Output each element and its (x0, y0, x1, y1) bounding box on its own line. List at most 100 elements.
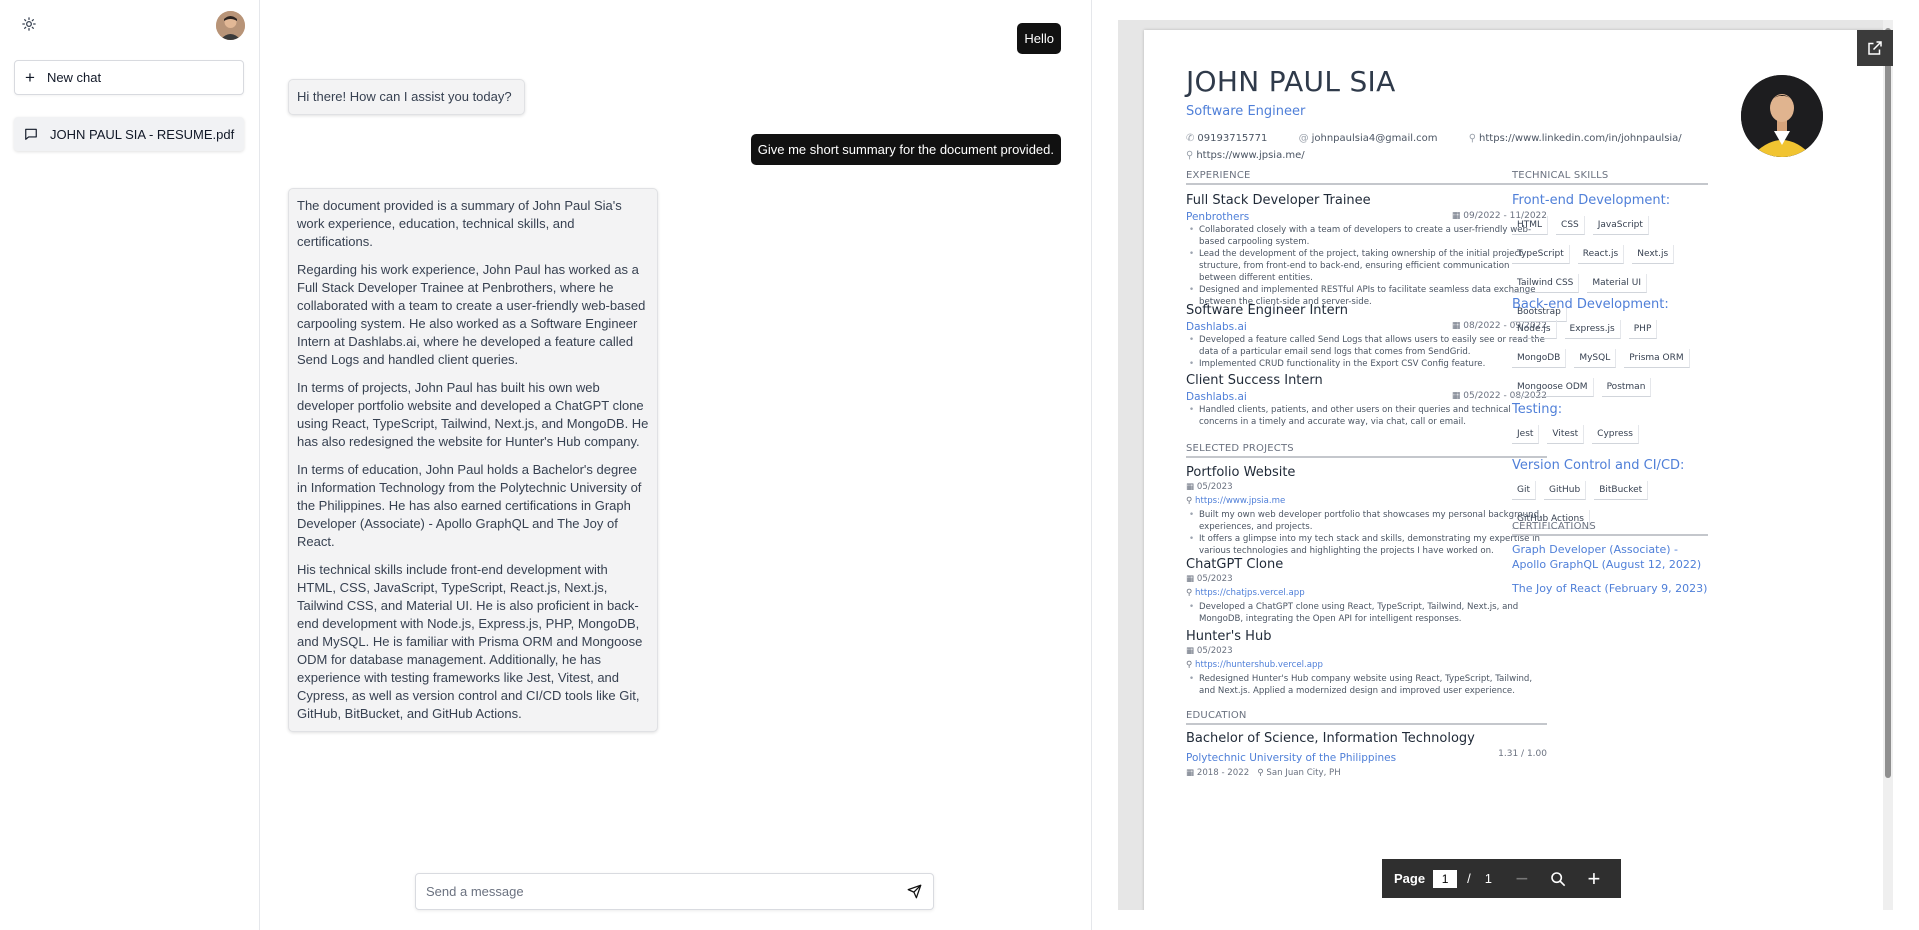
app-root: + New chat JOHN PAUL SIA - RESUME.pdf He… (0, 0, 1919, 930)
link-icon: ⚲ (1186, 588, 1196, 598)
skill-chip: MongoDB (1512, 349, 1567, 368)
section-certifications: CERTIFICATIONS (1512, 521, 1708, 536)
project-bullet: Built my own web developer portfolio tha… (1186, 509, 1547, 533)
project-title: Hunter's Hub (1186, 629, 1272, 644)
zoom-reset-icon[interactable] (1540, 859, 1576, 898)
resume-photo (1741, 75, 1823, 157)
message-paragraph: Hi there! How can I assist you today? (297, 89, 512, 104)
skill-chip: Next.js (1632, 245, 1675, 264)
section-projects: SELECTED PROJECTS (1186, 443, 1547, 458)
job-entry: Software Engineer Intern Dashlabs.ai ▦ 08… (1186, 303, 1547, 370)
page-separator: / (1467, 871, 1471, 886)
project-entry: Portfolio Website ▦ 05/2023 ⚲ https://ww… (1186, 465, 1547, 557)
skill-chip: Tailwind CSS (1512, 274, 1580, 293)
skill-chip: Material UI (1587, 274, 1648, 293)
certification-item: Graph Developer (Associate) - Apollo Gra… (1512, 543, 1702, 571)
scrollbar-thumb[interactable] (1885, 28, 1891, 778)
link-icon: ⚲ (1468, 133, 1477, 144)
project-link[interactable]: https://www.jpsia.me (1195, 496, 1285, 506)
resume-website: https://www.jpsia.me/ (1196, 150, 1305, 161)
link-icon: ⚲ (1186, 496, 1196, 506)
skill-chip: BitBucket (1594, 481, 1649, 500)
sidebar-chat-item[interactable]: JOHN PAUL SIA - RESUME.pdf (14, 117, 244, 151)
skill-chip: Vitest (1547, 425, 1585, 444)
skill-chip: Node.js (1512, 320, 1557, 339)
project-bullet: It offers a glimpse into my tech stack a… (1186, 533, 1547, 557)
sun-icon[interactable] (20, 15, 38, 33)
skill-chip: Postman (1601, 378, 1652, 397)
zoom-out-icon[interactable]: − (1504, 859, 1540, 898)
calendar-icon: ▦ (1451, 391, 1464, 401)
job-entry: Client Success Intern Dashlabs.ai ▦ 05/20… (1186, 373, 1547, 428)
education-location: San Juan City, PH (1266, 768, 1341, 778)
calendar-icon: ▦ (1186, 646, 1197, 656)
education-school: Polytechnic University of the Philippine… (1186, 752, 1397, 764)
chat-bubble-icon (24, 127, 40, 141)
user-message: Hello (1017, 23, 1061, 54)
skill-chip: Prisma ORM (1624, 349, 1690, 368)
skill-heading: Version Control and CI/CD: (1512, 458, 1685, 473)
job-company: Penbrothers (1186, 211, 1250, 223)
section-skills: TECHNICAL SKILLS (1512, 170, 1708, 185)
job-bullet: Collaborated closely with a team of deve… (1186, 224, 1547, 248)
certification-list: Graph Developer (Associate) - Apollo Gra… (1512, 542, 1708, 605)
education-degree: Bachelor of Science, Information Technol… (1186, 731, 1475, 746)
chat-item-label: JOHN PAUL SIA - RESUME.pdf (50, 126, 235, 142)
message-composer (415, 873, 934, 910)
project-title: Portfolio Website (1186, 465, 1296, 480)
education-gpa: 1.31 / 1.00 (1498, 749, 1547, 759)
sidebar: + New chat JOHN PAUL SIA - RESUME.pdf (0, 0, 260, 930)
email-icon: @ (1298, 133, 1309, 144)
assistant-message: The document provided is a summary of Jo… (288, 188, 658, 732)
project-link[interactable]: https://chatjps.vercel.app (1195, 588, 1305, 598)
skill-chip: Mongoose ODM (1512, 378, 1594, 397)
skill-chip: Express.js (1564, 320, 1621, 339)
message-paragraph: Regarding his work experience, John Paul… (297, 262, 646, 367)
message-paragraph: His technical skills include front-end d… (297, 562, 643, 721)
project-entry: ChatGPT Clone ▦ 05/2023 ⚲ https://chatjp… (1186, 557, 1547, 625)
pdf-page: JOHN PAUL SIA Software Engineer ✆ 0919371… (1144, 30, 1884, 910)
user-message: Give me short summary for the document p… (750, 134, 1061, 165)
scrollbar[interactable] (1883, 20, 1893, 910)
open-external-icon[interactable] (1857, 30, 1893, 66)
pdf-viewer[interactable]: JOHN PAUL SIA Software Engineer ✆ 0919371… (1118, 20, 1893, 910)
skill-chip: Jest (1512, 425, 1540, 444)
resume-name: JOHN PAUL SIA (1186, 65, 1396, 98)
calendar-icon: ▦ (1186, 574, 1197, 584)
message-paragraph: The document provided is a summary of Jo… (297, 198, 622, 249)
resume-linkedin: https://www.linkedin.com/in/johnpaulsia/ (1479, 133, 1682, 144)
zoom-in-icon[interactable]: + (1576, 859, 1612, 898)
skill-chip: MySQL (1574, 349, 1617, 368)
skill-chip: JavaScript (1592, 216, 1649, 235)
calendar-icon: ▦ (1186, 482, 1197, 492)
page-label: Page (1394, 871, 1426, 886)
calendar-icon: ▦ (1451, 211, 1464, 221)
pdf-toolbar: Page 1 / 1 − + (1382, 859, 1621, 898)
skill-heading: Front-end Development: (1512, 193, 1671, 208)
job-title: Client Success Intern (1186, 373, 1323, 388)
avatar[interactable] (216, 11, 245, 40)
message-input[interactable] (426, 884, 899, 899)
section-experience: EXPERIENCE (1186, 170, 1547, 185)
link-icon: ⚲ (1186, 660, 1196, 670)
section-education: EDUCATION (1186, 710, 1547, 725)
skill-heading: Testing: (1512, 402, 1563, 417)
resume-title: Software Engineer (1186, 104, 1306, 119)
new-chat-button[interactable]: + New chat (14, 60, 244, 95)
total-pages: 1 (1484, 871, 1492, 886)
education-entry: Bachelor of Science, Information Technol… (1186, 731, 1547, 778)
chat-panel: Hello Hi there! How can I assist you tod… (260, 0, 1092, 930)
project-bullet: Developed a ChatGPT clone using React, T… (1186, 601, 1547, 625)
project-bullet: Redesigned Hunter's Hub company website … (1186, 673, 1547, 697)
project-link[interactable]: https://huntershub.vercel.app (1195, 660, 1323, 670)
job-bullet: Lead the development of the project, tak… (1186, 248, 1547, 284)
skill-group: Testing: Jest Vitest Cypress (1512, 402, 1708, 454)
skill-chip: GitHub (1544, 481, 1587, 500)
send-icon[interactable] (899, 877, 929, 907)
job-title: Full Stack Developer Trainee (1186, 193, 1371, 208)
skill-chip: TypeScript (1512, 245, 1570, 264)
skill-heading: Back-end Development: (1512, 297, 1669, 312)
skill-chip: CSS (1556, 216, 1585, 235)
page-number-input[interactable]: 1 (1433, 869, 1458, 888)
phone-icon: ✆ (1186, 133, 1195, 144)
